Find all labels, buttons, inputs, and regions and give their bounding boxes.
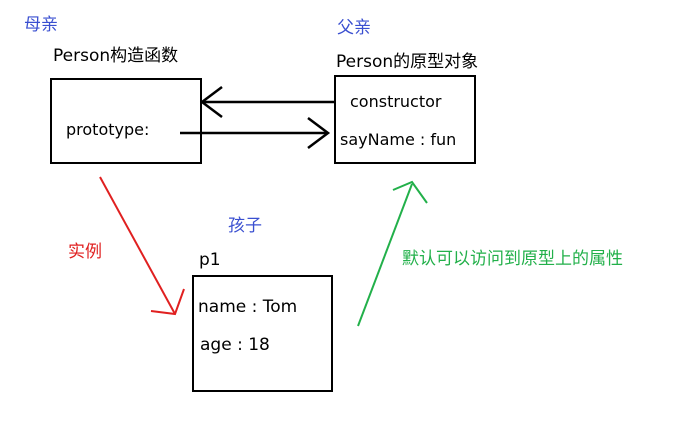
constructor-property: constructor [350,92,442,111]
prototype-box-title: Person的原型对象 [336,52,479,72]
age-property: age : 18 [200,335,270,355]
access-arrow-label: 默认可以访问到原型上的属性 [402,249,623,269]
prototype-box [334,75,476,164]
access-arrow-head [392,180,428,204]
prototype-property: prototype: [66,120,150,139]
instance-arrow-shaft [99,176,176,315]
mother-label: 母亲 [24,15,58,35]
constructor-box-title: Person构造函数 [53,46,179,66]
instance-box-title: p1 [199,250,221,270]
instance-box [192,275,333,392]
father-label: 父亲 [337,18,371,38]
name-property: name : Tom [198,297,298,317]
instance-arrow-label: 实例 [68,242,102,262]
prototype-diagram: 母亲 父亲 孩子 Person构造函数 prototype: Person的原型… [0,0,680,431]
child-label: 孩子 [228,216,262,236]
sayname-property: sayName : fun [340,130,457,149]
